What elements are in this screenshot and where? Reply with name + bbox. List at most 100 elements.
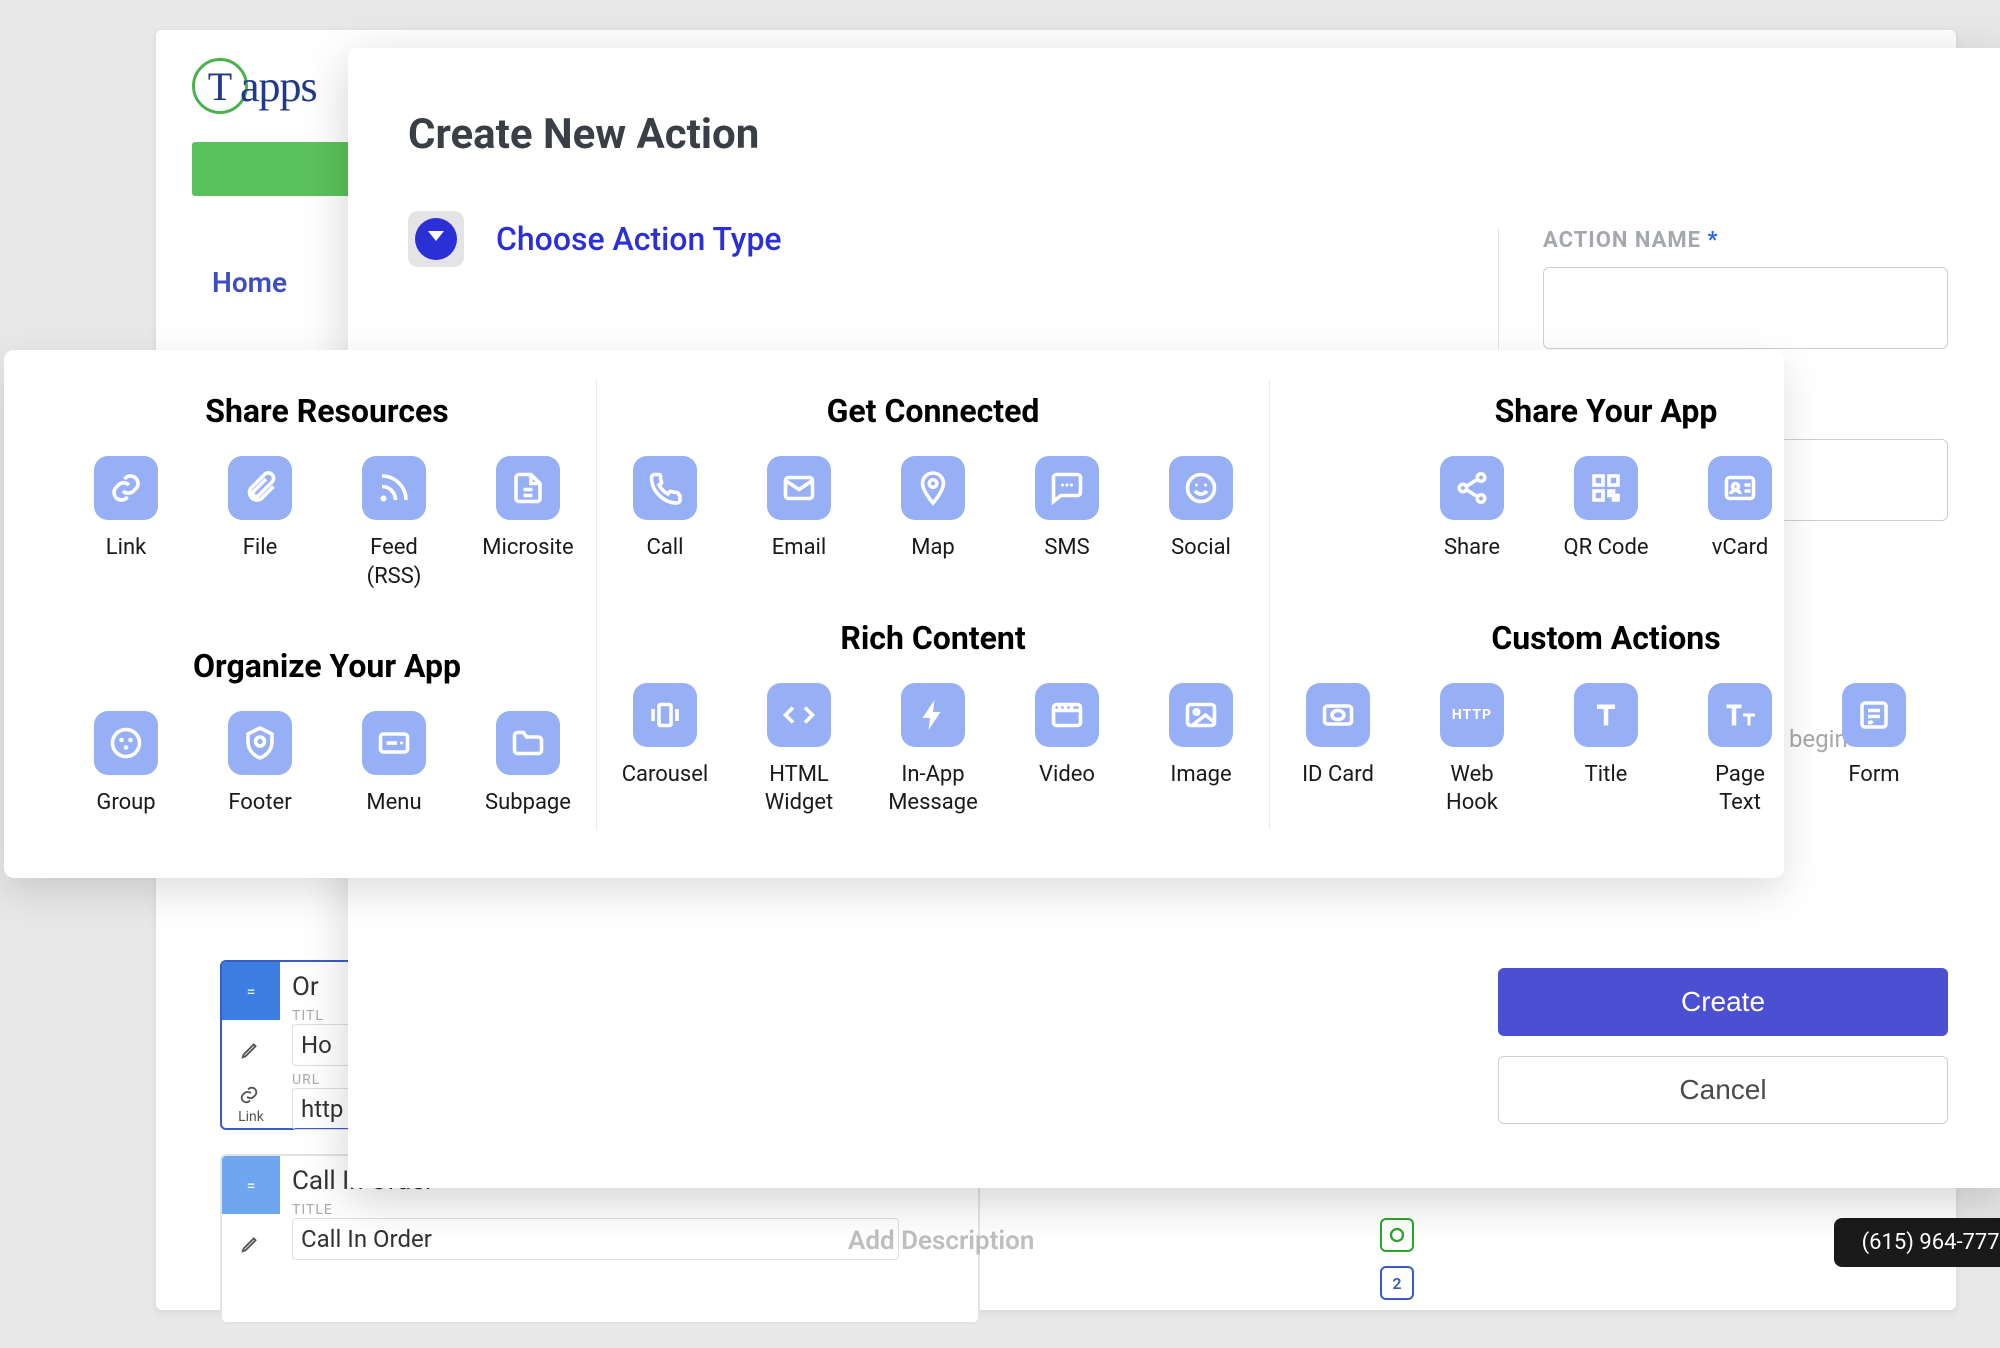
tile-email[interactable]: Email xyxy=(751,456,847,563)
tile-subpage[interactable]: Subpage xyxy=(480,711,576,818)
add-description-placeholder: Add Description xyxy=(848,1226,1034,1256)
bg-card2-title-label: TITLE xyxy=(292,1202,966,1218)
tile-label: Microsite xyxy=(482,534,573,563)
bg-card2-title-val: Call In Order xyxy=(292,1218,899,1260)
tile-label: Menu xyxy=(366,789,421,818)
qr-icon xyxy=(1574,456,1638,520)
paperclip-icon xyxy=(228,456,292,520)
tile-label: Subpage xyxy=(485,789,571,818)
tile-menu[interactable]: Menu xyxy=(346,711,442,818)
document-icon xyxy=(496,456,560,520)
tile-label: Title xyxy=(1585,761,1628,790)
tile-call[interactable]: Call xyxy=(617,456,713,563)
group-icon xyxy=(94,711,158,775)
tile-html-widget[interactable]: HTML Widget xyxy=(751,683,847,818)
tile-label: Link xyxy=(106,534,147,563)
map-pin-icon xyxy=(901,456,965,520)
share-icon xyxy=(1440,456,1504,520)
tile-label: Web Hook xyxy=(1424,761,1520,818)
modal-title: Create New Action xyxy=(408,110,1948,159)
tile-title[interactable]: Title xyxy=(1558,683,1654,818)
heading-custom-actions: Custom Actions xyxy=(1290,619,1922,657)
smile-icon xyxy=(1169,456,1233,520)
tile-feed[interactable]: Feed (RSS) xyxy=(346,456,442,591)
tile-label: File xyxy=(243,534,278,563)
tile-form[interactable]: Form xyxy=(1826,683,1922,818)
tile-group[interactable]: Group xyxy=(78,711,174,818)
image-icon xyxy=(1169,683,1233,747)
shield-icon xyxy=(228,711,292,775)
form-icon xyxy=(1842,683,1906,747)
tile-file[interactable]: File xyxy=(212,456,308,591)
tile-pagetext[interactable]: Page Text xyxy=(1692,683,1788,818)
logo-text: apps xyxy=(240,61,317,112)
badge-column: 2 xyxy=(1380,1218,1414,1300)
http-icon: HTTP xyxy=(1440,683,1504,747)
cancel-button[interactable]: Cancel xyxy=(1498,1056,1948,1124)
edit-icon xyxy=(240,1232,262,1258)
tile-vcard[interactable]: vCard xyxy=(1692,456,1788,563)
tile-label: Email xyxy=(772,534,826,563)
carousel-icon xyxy=(633,683,697,747)
action-name-input[interactable] xyxy=(1543,267,1948,349)
edit-icon xyxy=(240,1038,262,1064)
tile-sms[interactable]: SMS xyxy=(1019,456,1115,563)
tile-label: Image xyxy=(1170,761,1231,790)
tile-label: Group xyxy=(96,789,155,818)
tile-label: Feed (RSS) xyxy=(346,534,442,591)
badge-green xyxy=(1380,1218,1414,1252)
contact-card-icon xyxy=(1708,456,1772,520)
mail-icon xyxy=(767,456,831,520)
id-card-icon xyxy=(1306,683,1370,747)
heading-rich-content: Rich Content xyxy=(617,619,1249,657)
tile-share[interactable]: Share xyxy=(1424,456,1520,563)
folder-icon xyxy=(496,711,560,775)
create-button[interactable]: Create xyxy=(1498,968,1948,1036)
tile-label: Map xyxy=(911,534,955,563)
heading-share-your-app: Share Your App xyxy=(1290,392,1922,430)
tile-inapp-message[interactable]: In-App Message xyxy=(885,683,981,818)
tile-label: Social xyxy=(1171,534,1231,563)
action-name-label: ACTION NAME * xyxy=(1543,228,1948,253)
tile-link[interactable]: Link xyxy=(78,456,174,591)
title-icon xyxy=(1574,683,1638,747)
tile-label: ID Card xyxy=(1302,761,1374,790)
heading-share-resources: Share Resources xyxy=(78,392,576,430)
picker-col-3: Share Your App Share QR Code vCard Custo… xyxy=(1269,380,1942,830)
tile-label: Call xyxy=(647,534,684,563)
action-type-picker: Share Resources Link File Feed (RSS) Mic… xyxy=(4,350,1784,878)
action-type-pin-icon xyxy=(408,211,464,267)
code-icon xyxy=(767,683,831,747)
text-size-icon xyxy=(1708,683,1772,747)
link-icon: Link xyxy=(238,1084,264,1125)
tile-social[interactable]: Social xyxy=(1153,456,1249,563)
tile-qrcode[interactable]: QR Code xyxy=(1558,456,1654,563)
tile-carousel[interactable]: Carousel xyxy=(617,683,713,818)
tile-video[interactable]: Video xyxy=(1019,683,1115,818)
rss-icon xyxy=(362,456,426,520)
choose-action-type-label: Choose Action Type xyxy=(496,220,782,258)
tile-image[interactable]: Image xyxy=(1153,683,1249,818)
link-icon xyxy=(94,456,158,520)
drag-handle-icon: = xyxy=(222,1156,280,1214)
tile-map[interactable]: Map xyxy=(885,456,981,563)
tile-label: Page Text xyxy=(1692,761,1788,818)
tile-label: HTML Widget xyxy=(751,761,847,818)
tile-label: Form xyxy=(1848,761,1899,790)
picker-col-1: Share Resources Link File Feed (RSS) Mic… xyxy=(58,380,596,830)
heading-get-connected: Get Connected xyxy=(617,392,1249,430)
tile-webhook[interactable]: HTTP Web Hook xyxy=(1424,683,1520,818)
tile-label: Carousel xyxy=(622,761,709,790)
video-icon xyxy=(1035,683,1099,747)
drag-handle-icon: = xyxy=(222,962,280,1020)
menu-icon xyxy=(362,711,426,775)
tile-label: Video xyxy=(1039,761,1095,790)
tile-label: QR Code xyxy=(1563,534,1648,563)
green-button-bg xyxy=(192,142,372,196)
tile-label: Footer xyxy=(228,789,291,818)
tile-label: vCard xyxy=(1712,534,1769,563)
tile-microsite[interactable]: Microsite xyxy=(480,456,576,591)
tile-footer[interactable]: Footer xyxy=(212,711,308,818)
tile-idcard[interactable]: ID Card xyxy=(1290,683,1386,818)
badge-duplicate: 2 xyxy=(1380,1266,1414,1300)
